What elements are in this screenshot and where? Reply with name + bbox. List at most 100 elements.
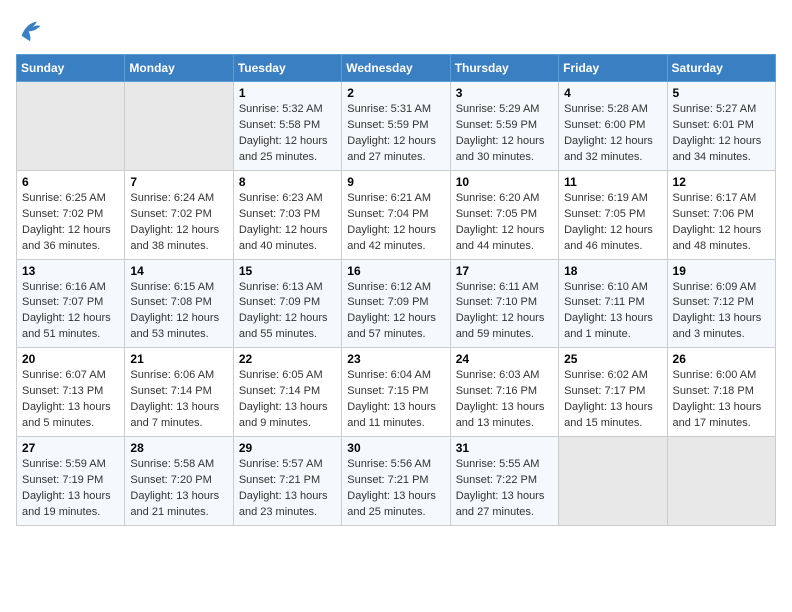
day-info: Sunrise: 6:06 AMSunset: 7:14 PMDaylight:… <box>130 368 227 432</box>
calendar-cell <box>125 82 233 171</box>
calendar-cell <box>667 437 775 526</box>
day-info: Sunrise: 5:32 AMSunset: 5:58 PMDaylight:… <box>239 102 336 166</box>
day-info: Sunrise: 5:58 AMSunset: 7:20 PMDaylight:… <box>130 457 227 521</box>
calendar-cell: 6Sunrise: 6:25 AMSunset: 7:02 PMDaylight… <box>17 170 125 259</box>
page-header <box>16 16 776 44</box>
calendar-table: SundayMondayTuesdayWednesdayThursdayFrid… <box>16 54 776 526</box>
calendar-cell <box>559 437 667 526</box>
day-number: 7 <box>130 175 227 189</box>
header-sunday: Sunday <box>17 55 125 82</box>
calendar-week-row: 6Sunrise: 6:25 AMSunset: 7:02 PMDaylight… <box>17 170 776 259</box>
day-number: 19 <box>673 264 770 278</box>
day-info: Sunrise: 6:21 AMSunset: 7:04 PMDaylight:… <box>347 191 444 255</box>
day-info: Sunrise: 5:57 AMSunset: 7:21 PMDaylight:… <box>239 457 336 521</box>
calendar-cell: 14 Sunrise: 6:15 AMSunset: 7:08 PMDayligh… <box>125 259 233 348</box>
day-number: 8 <box>239 175 336 189</box>
day-number: 21 <box>130 352 227 366</box>
calendar-cell: 20 Sunrise: 6:07 AMSunset: 7:13 PMDayligh… <box>17 348 125 437</box>
calendar-cell: 24Sunrise: 6:03 AMSunset: 7:16 PMDayligh… <box>450 348 558 437</box>
calendar-cell: 13 Sunrise: 6:16 AMSunset: 7:07 PMDayligh… <box>17 259 125 348</box>
day-info: Sunrise: 5:55 AMSunset: 7:22 PMDaylight:… <box>456 457 553 521</box>
calendar-cell: 31 Sunrise: 5:55 AMSunset: 7:22 PMDayligh… <box>450 437 558 526</box>
day-number: 29 <box>239 441 336 455</box>
calendar-cell: 17Sunrise: 6:11 AMSunset: 7:10 PMDayligh… <box>450 259 558 348</box>
day-number: 18 <box>564 264 661 278</box>
day-info: Sunrise: 6:04 AMSunset: 7:15 PMDaylight:… <box>347 368 444 432</box>
day-info: Sunrise: 6:16 AMSunset: 7:07 PMDaylight:… <box>22 280 119 344</box>
header-friday: Friday <box>559 55 667 82</box>
day-info: Sunrise: 6:07 AMSunset: 7:13 PMDaylight:… <box>22 368 119 432</box>
day-number: 27 <box>22 441 119 455</box>
day-number: 10 <box>456 175 553 189</box>
calendar-week-row: 27 Sunrise: 5:59 AMSunset: 7:19 PMDayligh… <box>17 437 776 526</box>
header-wednesday: Wednesday <box>342 55 450 82</box>
calendar-cell <box>17 82 125 171</box>
day-info: Sunrise: 6:00 AMSunset: 7:18 PMDaylight:… <box>673 368 770 432</box>
calendar-cell: 29 Sunrise: 5:57 AMSunset: 7:21 PMDayligh… <box>233 437 341 526</box>
calendar-cell: 16 Sunrise: 6:12 AMSunset: 7:09 PMDayligh… <box>342 259 450 348</box>
day-number: 13 <box>22 264 119 278</box>
calendar-cell: 3 Sunrise: 5:29 AMSunset: 5:59 PMDaylight… <box>450 82 558 171</box>
day-info: Sunrise: 6:17 AMSunset: 7:06 PMDaylight:… <box>673 191 770 255</box>
calendar-cell: 8 Sunrise: 6:23 AMSunset: 7:03 PMDaylight… <box>233 170 341 259</box>
calendar-cell: 1 Sunrise: 5:32 AMSunset: 5:58 PMDaylight… <box>233 82 341 171</box>
day-number: 22 <box>239 352 336 366</box>
calendar-cell: 23Sunrise: 6:04 AMSunset: 7:15 PMDayligh… <box>342 348 450 437</box>
calendar-cell: 15 Sunrise: 6:13 AMSunset: 7:09 PMDayligh… <box>233 259 341 348</box>
day-number: 16 <box>347 264 444 278</box>
calendar-week-row: 1 Sunrise: 5:32 AMSunset: 5:58 PMDaylight… <box>17 82 776 171</box>
day-info: Sunrise: 6:23 AMSunset: 7:03 PMDaylight:… <box>239 191 336 255</box>
day-number: 24 <box>456 352 553 366</box>
day-info: Sunrise: 6:12 AMSunset: 7:09 PMDaylight:… <box>347 280 444 344</box>
day-info: Sunrise: 6:13 AMSunset: 7:09 PMDaylight:… <box>239 280 336 344</box>
calendar-cell: 4 Sunrise: 5:28 AMSunset: 6:00 PMDaylight… <box>559 82 667 171</box>
calendar-cell: 18 Sunrise: 6:10 AMSunset: 7:11 PMDayligh… <box>559 259 667 348</box>
day-info: Sunrise: 5:59 AMSunset: 7:19 PMDaylight:… <box>22 457 119 521</box>
calendar-week-row: 13 Sunrise: 6:16 AMSunset: 7:07 PMDayligh… <box>17 259 776 348</box>
header-monday: Monday <box>125 55 233 82</box>
day-info: Sunrise: 5:27 AMSunset: 6:01 PMDaylight:… <box>673 102 770 166</box>
day-info: Sunrise: 6:02 AMSunset: 7:17 PMDaylight:… <box>564 368 661 432</box>
calendar-cell: 7 Sunrise: 6:24 AMSunset: 7:02 PMDaylight… <box>125 170 233 259</box>
day-number: 4 <box>564 86 661 100</box>
calendar-cell: 26 Sunrise: 6:00 AMSunset: 7:18 PMDayligh… <box>667 348 775 437</box>
day-info: Sunrise: 5:28 AMSunset: 6:00 PMDaylight:… <box>564 102 661 166</box>
calendar-cell: 22Sunrise: 6:05 AMSunset: 7:14 PMDayligh… <box>233 348 341 437</box>
calendar-cell: 27 Sunrise: 5:59 AMSunset: 7:19 PMDayligh… <box>17 437 125 526</box>
day-info: Sunrise: 5:29 AMSunset: 5:59 PMDaylight:… <box>456 102 553 166</box>
calendar-week-row: 20 Sunrise: 6:07 AMSunset: 7:13 PMDayligh… <box>17 348 776 437</box>
day-number: 5 <box>673 86 770 100</box>
day-number: 25 <box>564 352 661 366</box>
day-info: Sunrise: 6:09 AMSunset: 7:12 PMDaylight:… <box>673 280 770 344</box>
calendar-cell: 2 Sunrise: 5:31 AMSunset: 5:59 PMDaylight… <box>342 82 450 171</box>
calendar-cell: 21 Sunrise: 6:06 AMSunset: 7:14 PMDayligh… <box>125 348 233 437</box>
day-number: 2 <box>347 86 444 100</box>
day-info: Sunrise: 6:24 AMSunset: 7:02 PMDaylight:… <box>130 191 227 255</box>
day-number: 6 <box>22 175 119 189</box>
day-number: 31 <box>456 441 553 455</box>
header-saturday: Saturday <box>667 55 775 82</box>
calendar-cell: 11 Sunrise: 6:19 AMSunset: 7:05 PMDayligh… <box>559 170 667 259</box>
calendar-cell: 30 Sunrise: 5:56 AMSunset: 7:21 PMDayligh… <box>342 437 450 526</box>
calendar-cell: 25 Sunrise: 6:02 AMSunset: 7:17 PMDayligh… <box>559 348 667 437</box>
day-number: 26 <box>673 352 770 366</box>
header-thursday: Thursday <box>450 55 558 82</box>
day-number: 12 <box>673 175 770 189</box>
calendar-cell: 10 Sunrise: 6:20 AMSunset: 7:05 PMDayligh… <box>450 170 558 259</box>
day-number: 14 <box>130 264 227 278</box>
calendar-cell: 12 Sunrise: 6:17 AMSunset: 7:06 PMDayligh… <box>667 170 775 259</box>
calendar-cell: 5 Sunrise: 5:27 AMSunset: 6:01 PMDaylight… <box>667 82 775 171</box>
day-info: Sunrise: 6:19 AMSunset: 7:05 PMDaylight:… <box>564 191 661 255</box>
day-number: 20 <box>22 352 119 366</box>
day-number: 11 <box>564 175 661 189</box>
day-number: 30 <box>347 441 444 455</box>
day-number: 1 <box>239 86 336 100</box>
day-info: Sunrise: 5:56 AMSunset: 7:21 PMDaylight:… <box>347 457 444 521</box>
day-number: 15 <box>239 264 336 278</box>
day-info: Sunrise: 6:20 AMSunset: 7:05 PMDaylight:… <box>456 191 553 255</box>
logo <box>16 16 48 44</box>
day-info: Sunrise: 6:10 AMSunset: 7:11 PMDaylight:… <box>564 280 661 344</box>
day-info: Sunrise: 5:31 AMSunset: 5:59 PMDaylight:… <box>347 102 444 166</box>
day-info: Sunrise: 6:15 AMSunset: 7:08 PMDaylight:… <box>130 280 227 344</box>
day-number: 3 <box>456 86 553 100</box>
